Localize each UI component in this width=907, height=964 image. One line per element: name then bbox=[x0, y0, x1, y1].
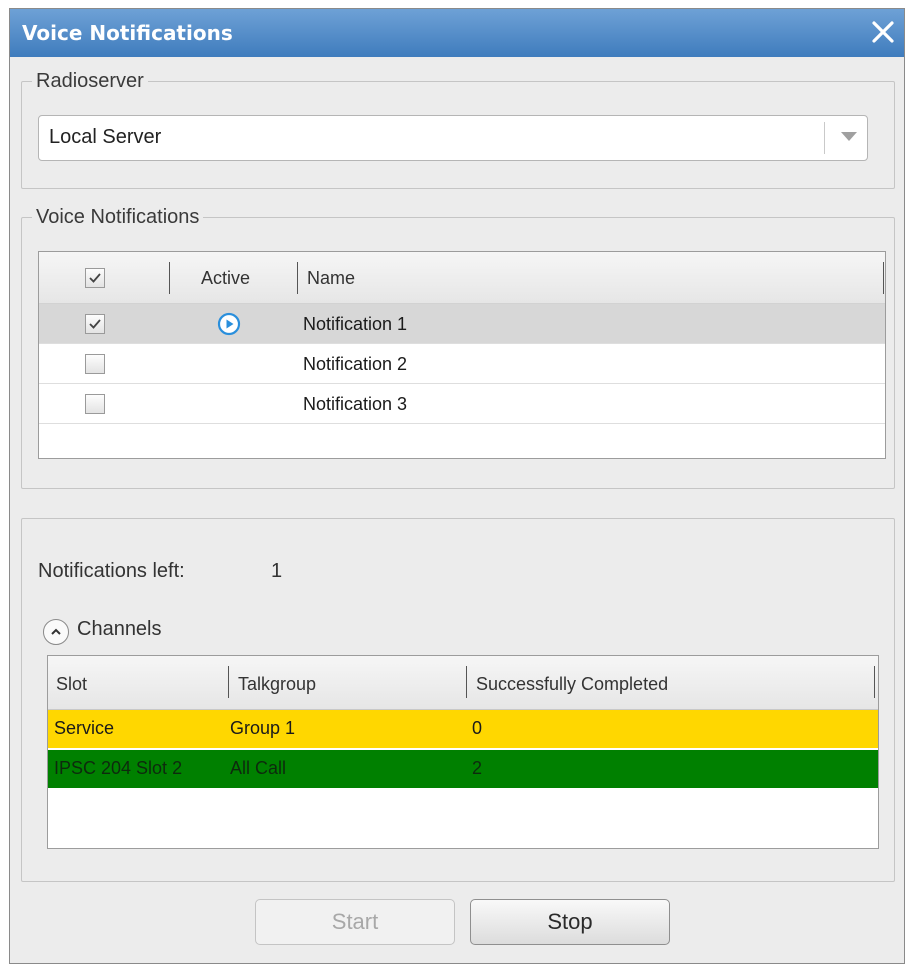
header-separator bbox=[297, 262, 298, 294]
play-icon bbox=[217, 312, 241, 340]
notification-name: Notification 1 bbox=[303, 314, 408, 334]
header-separator bbox=[883, 262, 884, 294]
channel-row[interactable]: IPSC 204 Slot 2 All Call 2 bbox=[48, 750, 878, 788]
select-all-checkbox[interactable] bbox=[85, 268, 105, 288]
column-header-name[interactable]: Name bbox=[307, 268, 355, 289]
voice-notifications-dialog: Voice Notifications Radioserver Local Se… bbox=[9, 8, 905, 964]
channel-slot: Service bbox=[54, 718, 115, 738]
radioserver-selected-value: Local Server bbox=[49, 126, 162, 148]
notifications-list: Active Name Notification 1 Notification … bbox=[38, 251, 886, 459]
stop-button[interactable]: Stop bbox=[470, 899, 670, 945]
header-separator bbox=[169, 262, 170, 294]
start-button[interactable]: Start bbox=[255, 899, 455, 945]
close-button[interactable] bbox=[866, 15, 900, 49]
notification-row[interactable]: Notification 3 bbox=[39, 384, 885, 424]
column-header-slot[interactable]: Slot bbox=[56, 674, 87, 695]
channel-row[interactable]: Service Group 1 0 bbox=[48, 710, 878, 748]
radioserver-dropdown[interactable]: Local Server bbox=[38, 115, 868, 161]
header-separator bbox=[874, 666, 875, 698]
dialog-title: Voice Notifications bbox=[22, 21, 233, 45]
channels-grid-header: Slot Talkgroup Successfully Completed bbox=[48, 656, 878, 710]
voice-notifications-label: Voice Notifications bbox=[32, 204, 204, 230]
chevron-down-icon[interactable] bbox=[841, 132, 857, 141]
column-header-successfully-completed[interactable]: Successfully Completed bbox=[476, 674, 668, 695]
notifications-left-value: 1 bbox=[271, 560, 283, 582]
row-checkbox[interactable] bbox=[85, 314, 105, 334]
title-bar: Voice Notifications bbox=[10, 9, 904, 57]
channel-slot: IPSC 204 Slot 2 bbox=[54, 758, 183, 778]
dropdown-separator bbox=[824, 122, 825, 154]
row-checkbox[interactable] bbox=[85, 394, 105, 414]
column-header-talkgroup[interactable]: Talkgroup bbox=[238, 674, 316, 695]
notification-name: Notification 2 bbox=[303, 354, 408, 374]
row-checkbox[interactable] bbox=[85, 354, 105, 374]
channels-label: Channels bbox=[77, 618, 162, 640]
header-separator bbox=[466, 666, 467, 698]
header-separator bbox=[228, 666, 229, 698]
radioserver-label: Radioserver bbox=[32, 68, 148, 94]
channel-talkgroup: Group 1 bbox=[230, 718, 296, 738]
channel-completed: 0 bbox=[472, 718, 483, 738]
channel-completed: 2 bbox=[472, 758, 483, 778]
notification-row[interactable]: Notification 1 bbox=[39, 304, 885, 344]
notifications-list-header: Active Name bbox=[39, 252, 885, 304]
column-header-active[interactable]: Active bbox=[201, 268, 250, 289]
checkmark-icon bbox=[89, 319, 101, 329]
channels-grid: Slot Talkgroup Successfully Completed Se… bbox=[47, 655, 879, 849]
notification-name: Notification 3 bbox=[303, 394, 408, 414]
close-icon bbox=[872, 21, 894, 43]
checkmark-icon bbox=[89, 273, 101, 283]
channels-collapse-button[interactable] bbox=[43, 619, 69, 645]
notifications-left-label: Notifications left: bbox=[38, 560, 185, 582]
channel-talkgroup: All Call bbox=[230, 758, 287, 778]
notification-row[interactable]: Notification 2 bbox=[39, 344, 885, 384]
chevron-up-icon bbox=[51, 628, 61, 635]
